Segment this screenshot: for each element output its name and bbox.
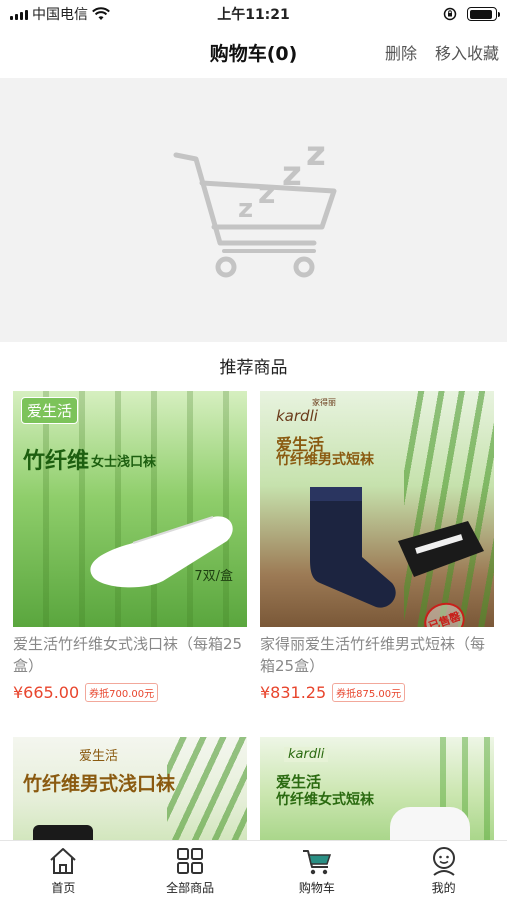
product-image[interactable]: kardli 爱生活 竹纤维女式短袜 [260,737,494,841]
image-subheadline: 竹纤维男式短袜 [276,452,374,468]
price-row: ¥831.25 券抵875.00元 [260,683,494,702]
product-image[interactable]: 爱生活 竹纤维 女士浅口袜 7双/盒 [13,391,247,627]
image-headline: 竹纤维男式浅口袜 [23,773,176,795]
product-price: ¥831.25 [260,683,327,702]
status-left: 中国电信 [10,4,110,24]
nav-bar: 购物车(0) 删除 移入收藏 [0,28,507,76]
product-card[interactable]: kardli 爱生活 竹纤维女式短袜 [260,737,494,841]
tab-bar: 首页 全部商品 购物车 我的 [0,840,507,900]
product-card[interactable]: 爱生活 竹纤维男式浅口袜 [13,737,247,841]
bamboo-leaves [167,737,247,841]
tab-label: 我的 [431,881,456,895]
zzz-xlarge: z [306,134,326,174]
wifi-icon [92,7,110,20]
signal-icon [10,8,28,20]
sock-box-icon [398,521,484,577]
image-subheadline: 女士浅口袜 [91,455,157,470]
cart-icon [302,850,331,875]
recommend-title: 推荐商品 [219,358,288,378]
tab-cart[interactable]: 购物车 [254,841,381,900]
product-image[interactable]: kardli 家得丽 爱生活 竹纤维男式短袜 已售罄 [260,391,494,627]
black-sock-icon [33,825,93,841]
image-subheadline: 竹纤维女式短袜 [276,792,374,808]
product-name[interactable]: 家得丽爱生活竹纤维男式短袜（每箱25盒） [260,633,494,677]
coupon-badge: 券抵700.00元 [85,683,159,702]
tab-label: 首页 [51,881,76,895]
navy-sock-icon [310,487,396,608]
image-brand-label: 爱生活 [79,749,119,764]
tab-profile[interactable]: 我的 [380,841,507,900]
status-bar: 中国电信 上午11:21 [0,0,507,28]
orientation-lock-icon [443,7,457,21]
coupon-badge: 券抵875.00元 [332,683,406,702]
tab-label: 全部商品 [166,881,215,895]
battery-icon [467,7,500,21]
image-headline: 竹纤维 [23,449,90,474]
image-brand-label: 爱生活 [21,397,79,424]
battery-fill [469,9,492,19]
image-brand-logo: kardli [276,407,318,425]
image-brand-logo: kardli [284,747,329,762]
user-icon [432,847,455,876]
image-brand-cn: 家得丽 [312,398,336,407]
empty-cart-area: z z z z [0,78,507,342]
tab-home[interactable]: 首页 [0,841,127,900]
zzz-large: z [282,154,302,194]
sleeping-cart-icon: z z z z [173,134,336,278]
white-sock-icon [390,807,470,841]
image-count-label: 7双/盒 [194,569,233,584]
zzz-medium: z [258,176,275,211]
carrier-label: 中国电信 [32,7,88,23]
product-card[interactable]: 爱生活 竹纤维 女士浅口袜 7双/盒 爱生活竹纤维女式浅口袜（每箱25盒） ¥6… [13,391,247,702]
tab-all-products[interactable]: 全部商品 [127,841,254,900]
zzz-small: z [238,194,253,224]
product-image[interactable]: 爱生活 竹纤维男式浅口袜 [13,737,247,841]
nav-actions: 删除 移入收藏 [385,28,499,76]
price-row: ¥665.00 券抵700.00元 [13,683,247,702]
status-right [443,7,500,21]
product-price: ¥665.00 [13,683,80,702]
home-icon [50,848,77,874]
delete-button[interactable]: 删除 [385,40,417,64]
move-to-favorites-button[interactable]: 移入收藏 [435,40,499,64]
product-name[interactable]: 爱生活竹纤维女式浅口袜（每箱25盒） [13,633,247,677]
page-title: 购物车(0) [209,42,298,65]
grid-icon [177,848,204,874]
product-card[interactable]: kardli 家得丽 爱生活 竹纤维男式短袜 已售罄 家得丽爱生活竹纤维男式短袜… [260,391,494,702]
bamboo-leaves [404,391,494,627]
tab-label: 购物车 [298,881,335,895]
